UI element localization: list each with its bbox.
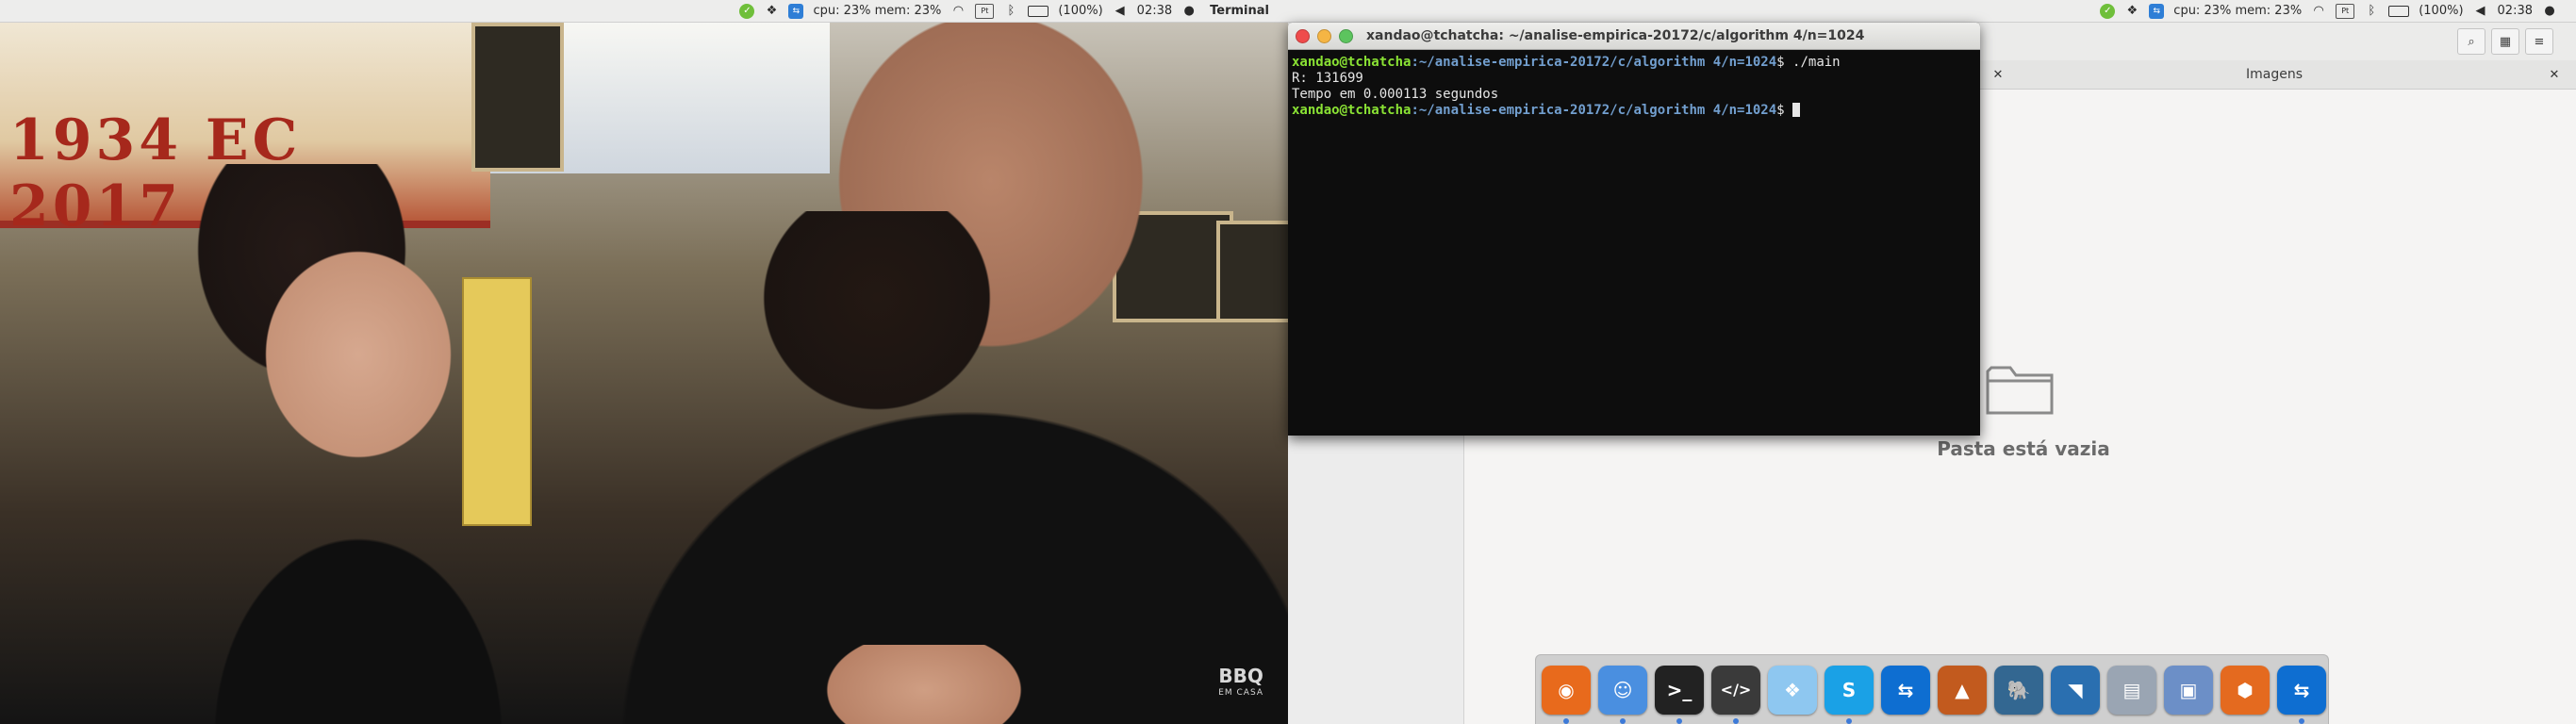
- volume-icon[interactable]: ◀: [1113, 4, 1128, 19]
- battery-icon[interactable]: [1028, 5, 1049, 17]
- teamviewer-tray-icon[interactable]: ⇆: [788, 3, 804, 19]
- active-app-name[interactable]: Terminal: [1210, 4, 1269, 18]
- tab-imagens[interactable]: Imagens: [2010, 60, 2538, 89]
- battery-percentage[interactable]: (100%): [2419, 4, 2463, 18]
- clock[interactable]: 02:38: [1137, 4, 1172, 18]
- search-button[interactable]: ⌕: [2457, 28, 2485, 55]
- folder-icon: [1986, 366, 2054, 415]
- video-frame[interactable]: 1934 EC 2017 BBQ EM CASA: [0, 23, 1288, 724]
- person-hand: [811, 645, 1037, 724]
- menu-button[interactable]: ≡: [2525, 28, 2553, 55]
- running-indicator: [1846, 717, 1852, 724]
- terminal-body[interactable]: xandao@tchatcha:~/analise-empirica-20172…: [1288, 49, 1980, 436]
- top-menu-bar-left: ✓ ❖ ⇆ cpu: 23% mem: 23% ◠ Pt ᛒ (100%) ◀ …: [0, 0, 1288, 23]
- running-indicator: [1563, 717, 1569, 724]
- bluetooth-icon[interactable]: ᛒ: [2364, 4, 2379, 19]
- system-monitor-text[interactable]: cpu: 23% mem: 23%: [813, 4, 941, 18]
- teamviewer-alt-icon[interactable]: ⇆: [2277, 665, 2326, 724]
- close-tab-icon[interactable]: ✕: [2547, 67, 2562, 82]
- terminal-titlebar[interactable]: xandao@tchatcha: ~/analise-empirica-2017…: [1288, 23, 1980, 50]
- update-icon[interactable]: ✓: [739, 3, 755, 19]
- tab-label: Imagens: [2245, 67, 2303, 82]
- apple-icon[interactable]: ●: [2542, 4, 2557, 19]
- battery-icon[interactable]: [2388, 5, 2410, 17]
- wifi-icon[interactable]: ◠: [2311, 4, 2326, 19]
- teamviewer-icon[interactable]: ⇆: [1881, 665, 1930, 715]
- teamviewer-tray-icon[interactable]: ⇆: [2149, 3, 2165, 19]
- text-cursor: [1792, 103, 1801, 117]
- terminal-title: xandao@tchatcha: ~/analise-empirica-2017…: [1366, 28, 1865, 43]
- running-indicator: [1620, 717, 1626, 724]
- prompt-symbol: $: [1776, 103, 1793, 118]
- top-menu-bar-right: ✓ ❖ ⇆ cpu: 23% mem: 23% ◠ Pt ᛒ (100%) ◀ …: [1288, 0, 2576, 23]
- code-editor-icon[interactable]: </>: [1711, 665, 1760, 724]
- hamburger-icon: ≡: [2534, 34, 2545, 49]
- search-icon: ⌕: [2468, 34, 2475, 49]
- prompt-path: :~/analise-empirica-20172/c/algorithm 4/…: [1411, 103, 1777, 118]
- dropbox-tray-icon[interactable]: ❖: [764, 4, 779, 19]
- close-button[interactable]: [1296, 28, 1310, 43]
- bbq-watermark: BBQ EM CASA: [1218, 666, 1263, 701]
- clock[interactable]: 02:38: [2498, 4, 2533, 18]
- firefox-icon[interactable]: ◉: [1542, 665, 1591, 724]
- virtualbox-icon[interactable]: ▣: [2164, 665, 2213, 715]
- empty-folder-message: Pasta está vazia: [1937, 437, 2110, 460]
- update-icon[interactable]: ✓: [2100, 3, 2116, 19]
- terminal-window[interactable]: xandao@tchatcha: ~/analise-empirica-2017…: [1288, 23, 1980, 436]
- watermark-subtitle: EM CASA: [1218, 688, 1263, 698]
- ubuntu-icon[interactable]: ⬢: [2221, 665, 2270, 715]
- dropbox-tray-icon[interactable]: ❖: [2124, 4, 2139, 19]
- running-indicator: [1733, 717, 1739, 724]
- dock: ◉ ☺ >_ </> ❖ S ⇆ ▲ 🐘 ◥ ▤ ▣ ⬢ ⇆: [1535, 654, 2329, 724]
- keyboard-layout-icon[interactable]: Pt: [2336, 3, 2355, 19]
- maximize-button[interactable]: [1339, 28, 1353, 43]
- keyboard-layout-icon[interactable]: Pt: [975, 3, 995, 19]
- apple-icon[interactable]: ●: [1181, 4, 1197, 19]
- mysql-workbench-icon[interactable]: ◥: [2051, 665, 2100, 715]
- skype-icon[interactable]: S: [1825, 665, 1874, 724]
- terminal-line-4: xandao@tchatcha:~/analise-empirica-20172…: [1292, 103, 1801, 118]
- prompt-user: xandao@tchatcha: [1292, 55, 1412, 70]
- terminal-line-1: xandao@tchatcha:~/analise-empirica-20172…: [1292, 55, 1841, 70]
- output-result: R: 131699: [1292, 71, 1363, 86]
- wifi-icon[interactable]: ◠: [950, 4, 966, 19]
- battery-percentage[interactable]: (100%): [1058, 4, 1102, 18]
- system-monitor-text[interactable]: cpu: 23% mem: 23%: [2173, 4, 2302, 18]
- person-woman: [189, 173, 528, 724]
- close-tab-icon[interactable]: ✕: [1990, 67, 2006, 82]
- postgresql-icon[interactable]: 🐘: [1994, 665, 2043, 715]
- finder-icon[interactable]: ☺: [1598, 665, 1647, 724]
- volume-icon[interactable]: ◀: [2473, 4, 2488, 19]
- disk-utility-icon[interactable]: ▤: [2107, 665, 2156, 715]
- person-beard: [745, 211, 1009, 428]
- prompt-user: xandao@tchatcha: [1292, 103, 1412, 118]
- dropbox-icon[interactable]: ❖: [1768, 665, 1817, 715]
- running-indicator: [1676, 717, 1682, 724]
- prompt-path: :~/analise-empirica-20172/c/algorithm 4/…: [1411, 55, 1777, 70]
- view-toggle-button[interactable]: ▦: [2491, 28, 2519, 55]
- running-indicator: [2299, 717, 2304, 724]
- bluetooth-icon[interactable]: ᛒ: [1003, 4, 1018, 19]
- minimize-button[interactable]: [1317, 28, 1331, 43]
- output-time: Tempo em 0.000113 segundos: [1292, 87, 1499, 102]
- grid-icon: ▦: [2499, 34, 2512, 49]
- command-text: ./main: [1792, 55, 1841, 70]
- matlab-icon[interactable]: ▲: [1938, 665, 1987, 715]
- wall-poster: [471, 23, 564, 172]
- prompt-symbol: $: [1776, 55, 1793, 70]
- terminal-icon[interactable]: >_: [1655, 665, 1704, 724]
